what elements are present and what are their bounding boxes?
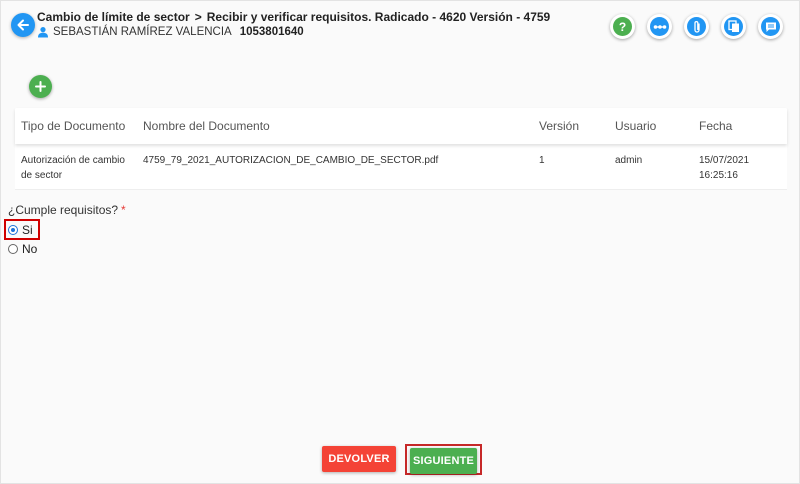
cell-usuario: admin (615, 155, 643, 166)
table-row[interactable]: Autorización de cambio de sector 4759_79… (15, 144, 787, 190)
flow-icon (653, 24, 666, 29)
header-nombre-documento: Nombre del Documento (143, 119, 270, 133)
cell-fecha: 15/07/2021 16:25:16 (699, 153, 749, 183)
breadcrumb: Cambio de límite de sector > Recibir y ver… (37, 10, 550, 24)
header-usuario: Usuario (615, 119, 657, 133)
flow-button[interactable] (647, 14, 672, 39)
copy-icon (727, 20, 739, 32)
user-id: 1053801640 (239, 26, 304, 38)
radio-option-no[interactable]: No (8, 242, 37, 256)
cell-tipo-line2: de sector (21, 170, 63, 181)
header-tipo-documento: Tipo de Documento (21, 119, 126, 133)
user-info: SEBASTIÁN RAMÍREZ VALENCIA 1053801640 (37, 26, 304, 38)
documents-table: Tipo de Documento Nombre del Documento V… (15, 108, 787, 190)
app-window: Cambio de límite de sector > Recibir y ver… (0, 0, 800, 484)
header-fecha: Fecha (699, 119, 733, 133)
task-title: Recibir y verificar requisitos. Radicado… (206, 10, 551, 24)
highlight-box-siguiente: SIGUIENTE (405, 444, 482, 475)
help-button[interactable]: ? (610, 14, 635, 39)
radio-button-unchecked[interactable] (8, 244, 18, 254)
attachment-icon (693, 20, 700, 33)
comments-button[interactable] (758, 14, 783, 39)
cell-nombre-documento[interactable]: 4759_79_2021_AUTORIZACION_DE_CAMBIO_DE_S… (143, 153, 438, 168)
question-text: ¿Cumple requisitos? (8, 203, 119, 217)
attachment-button[interactable] (684, 14, 709, 39)
back-button[interactable] (11, 13, 35, 37)
process-title: Cambio de límite de sector (37, 10, 190, 24)
siguiente-button[interactable]: SIGUIENTE (410, 448, 477, 474)
arrow-left-icon (17, 19, 29, 31)
cell-tipo-line1: Autorización de cambio (21, 155, 125, 166)
user-icon (38, 27, 48, 38)
question-label: ¿Cumple requisitos? * (8, 203, 126, 217)
devolver-button[interactable]: DEVOLVER (322, 446, 396, 472)
help-icon: ? (618, 19, 627, 34)
radio-option-si[interactable]: Si (8, 223, 33, 237)
header-actions: ? (610, 14, 783, 39)
add-document-button[interactable] (29, 75, 52, 98)
header-version: Versión (539, 119, 580, 133)
user-name: SEBASTIÁN RAMÍREZ VALENCIA (53, 26, 232, 38)
plus-icon (35, 81, 46, 92)
cell-tipo-documento: Autorización de cambio de sector (21, 153, 125, 183)
cell-fecha-time: 16:25:16 (699, 170, 738, 181)
cell-version: 1 (539, 155, 545, 166)
comment-icon (765, 22, 776, 32)
table-header: Tipo de Documento Nombre del Documento V… (15, 108, 787, 144)
radio-label-no: No (22, 242, 38, 256)
breadcrumb-separator: > (194, 10, 202, 24)
copy-button[interactable] (721, 14, 746, 39)
radio-label-si: Si (22, 223, 33, 237)
radio-button-checked[interactable] (8, 225, 18, 235)
page-header: Cambio de límite de sector > Recibir y ver… (1, 1, 800, 51)
required-mark: * (121, 203, 126, 217)
cell-fecha-date: 15/07/2021 (699, 155, 750, 166)
